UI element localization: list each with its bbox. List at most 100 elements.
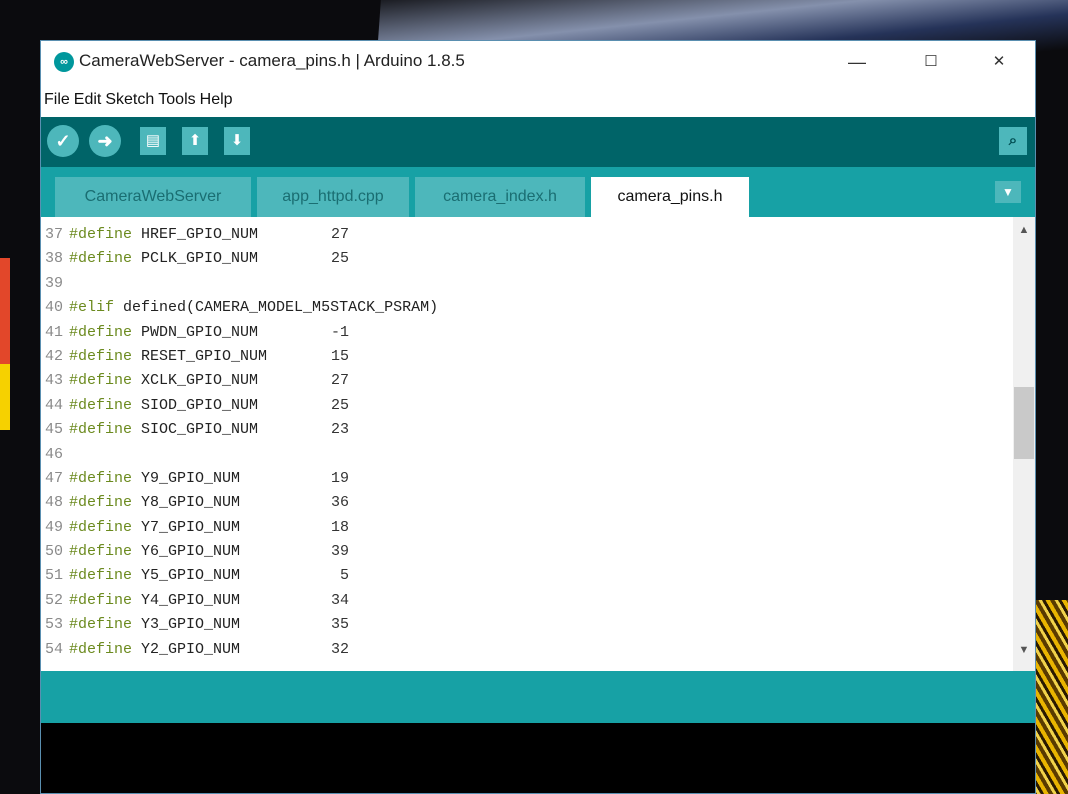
desktop-wallpaper-yellow-strip (0, 364, 10, 430)
line-number: 53 (45, 616, 64, 634)
code-value: 39 (331, 543, 350, 561)
code-identifier: HREF_GPIO_NUM (141, 226, 259, 243)
code-line: 45 #define SIOC_GPIO_NUM 23 (45, 418, 438, 442)
line-number: 41 (45, 323, 64, 341)
code-keyword: #define (69, 518, 133, 536)
code-keyword: #define (69, 616, 133, 634)
tab-camera-index[interactable]: camera_index.h (415, 177, 585, 217)
code-line: 40 #elif defined(CAMERA_MODEL_M5STACK_PSR… (45, 296, 438, 320)
tab-camerawebserver[interactable]: CameraWebServer (55, 177, 251, 217)
code-keyword: #define (69, 567, 133, 585)
code-line: 49 #define Y7_GPIO_NUM 18 (45, 516, 438, 540)
arduino-ide-window: ∞ CameraWebServer - camera_pins.h | Ardu… (40, 40, 1036, 794)
line-number: 49 (45, 518, 64, 536)
code-line: 41 #define PWDN_GPIO_NUM -1 (45, 321, 438, 345)
code-line: 48 #define Y8_GPIO_NUM 36 (45, 491, 438, 515)
code-identifier: Y7_GPIO_NUM (141, 518, 241, 536)
code-keyword: #define (69, 347, 133, 365)
line-number: 38 (45, 250, 64, 268)
code-identifier: Y3_GPIO_NUM (141, 616, 241, 634)
scroll-up-icon[interactable]: ▲ (1017, 223, 1031, 237)
code-keyword: #define (69, 494, 133, 512)
tab-app-httpd[interactable]: app_httpd.cpp (257, 177, 409, 217)
line-number: 43 (45, 372, 64, 390)
code-line: 46 (45, 443, 438, 467)
code-keyword: #define (69, 543, 133, 561)
new-sketch-button[interactable]: ▤ (140, 127, 166, 155)
code-identifier: PCLK_GPIO_NUM (141, 250, 259, 268)
tab-camera-pins[interactable]: camera_pins.h (591, 177, 749, 217)
code-keyword: #define (69, 421, 133, 439)
line-number: 37 (45, 226, 64, 243)
code-line: 43 #define XCLK_GPIO_NUM 27 (45, 369, 438, 393)
line-number: 42 (45, 347, 64, 365)
open-sketch-button[interactable]: ⬆ (182, 127, 208, 155)
code-identifier: Y5_GPIO_NUM (141, 567, 241, 585)
code-line: 51 #define Y5_GPIO_NUM 5 (45, 564, 438, 588)
arduino-logo-icon: ∞ (54, 52, 74, 72)
code-keyword: #define (69, 372, 133, 390)
code-keyword: #define (69, 640, 133, 658)
code-value: 36 (331, 494, 350, 512)
scrollbar-thumb[interactable] (1014, 387, 1034, 459)
code-keyword: #define (69, 396, 133, 414)
menu-file[interactable]: File (41, 91, 70, 109)
code-value: 5 (340, 567, 350, 585)
code-identifier: Y2_GPIO_NUM (141, 640, 241, 658)
code-line: 39 (45, 272, 438, 296)
code-identifier: defined(CAMERA_MODEL_M5STACK_PSRAM) (123, 299, 439, 317)
code-line: 42 #define RESET_GPIO_NUM 15 (45, 345, 438, 369)
line-number: 45 (45, 421, 64, 439)
code-value: 19 (331, 469, 350, 487)
code-value: 18 (331, 518, 350, 536)
minimize-button[interactable]: — (827, 47, 887, 77)
code-value: 23 (331, 421, 350, 439)
code-identifier: Y9_GPIO_NUM (141, 469, 241, 487)
code-value: 27 (331, 226, 350, 243)
save-sketch-button[interactable]: ⬇ (224, 127, 250, 155)
code-line: 38 #define PCLK_GPIO_NUM 25 (45, 247, 438, 271)
code-keyword: #elif (69, 299, 115, 317)
menu-sketch[interactable]: Sketch (101, 91, 154, 109)
scroll-down-icon[interactable]: ▼ (1017, 643, 1031, 657)
code-value: 25 (331, 396, 350, 414)
line-number: 52 (45, 591, 64, 609)
code-keyword: #define (69, 226, 133, 243)
code-value: 25 (331, 250, 350, 268)
desktop-wallpaper-red-strip (0, 258, 10, 364)
code-editor[interactable]: 37 #define HREF_GPIO_NUM 27 38 #define PCLK_… (41, 217, 1035, 671)
code-line: 52 #define Y4_GPIO_NUM 34 (45, 589, 438, 613)
code-identifier: Y4_GPIO_NUM (141, 591, 241, 609)
code-line: 37 #define HREF_GPIO_NUM 27 (45, 223, 438, 247)
line-number: 46 (45, 445, 64, 463)
tab-bar: CameraWebServer app_httpd.cpp camera_ind… (41, 167, 1035, 217)
title-bar[interactable]: ∞ CameraWebServer - camera_pins.h | Ardu… (41, 41, 1035, 85)
line-number: 40 (45, 299, 64, 317)
code-line: 53 #define Y3_GPIO_NUM 35 (45, 613, 438, 637)
toolbar: ✓ ➜ ▤ ⬆ ⬇ ⌕ (41, 117, 1035, 167)
line-number: 47 (45, 469, 64, 487)
menu-edit[interactable]: Edit (70, 91, 102, 109)
menu-bar: File Edit Sketch Tools Help (41, 91, 1035, 117)
verify-button[interactable]: ✓ (47, 125, 79, 157)
code-line: 54 #define Y2_GPIO_NUM 32 (45, 638, 438, 662)
code-keyword: #define (69, 250, 133, 268)
editor-scrollbar[interactable]: ▲ ▼ (1013, 217, 1035, 671)
code-lines: 37 #define HREF_GPIO_NUM 27 38 #define PCLK_… (45, 223, 438, 662)
code-value: 27 (331, 372, 350, 390)
maximize-button[interactable]: ☐ (901, 47, 961, 77)
code-line: 44 #define SIOD_GPIO_NUM 25 (45, 394, 438, 418)
code-value: -1 (331, 323, 350, 341)
menu-help[interactable]: Help (196, 91, 233, 109)
close-button[interactable]: ✕ (969, 47, 1029, 77)
upload-button[interactable]: ➜ (89, 125, 121, 157)
output-console (41, 723, 1035, 793)
serial-monitor-button[interactable]: ⌕ (999, 127, 1027, 155)
code-line: 47 #define Y9_GPIO_NUM 19 (45, 467, 438, 491)
code-value: 32 (331, 640, 350, 658)
menu-tools[interactable]: Tools (154, 91, 195, 109)
status-bar (41, 671, 1035, 723)
code-identifier: Y8_GPIO_NUM (141, 494, 241, 512)
line-number: 44 (45, 396, 64, 414)
tab-menu-chevron-down-icon[interactable]: ▼ (995, 181, 1021, 203)
